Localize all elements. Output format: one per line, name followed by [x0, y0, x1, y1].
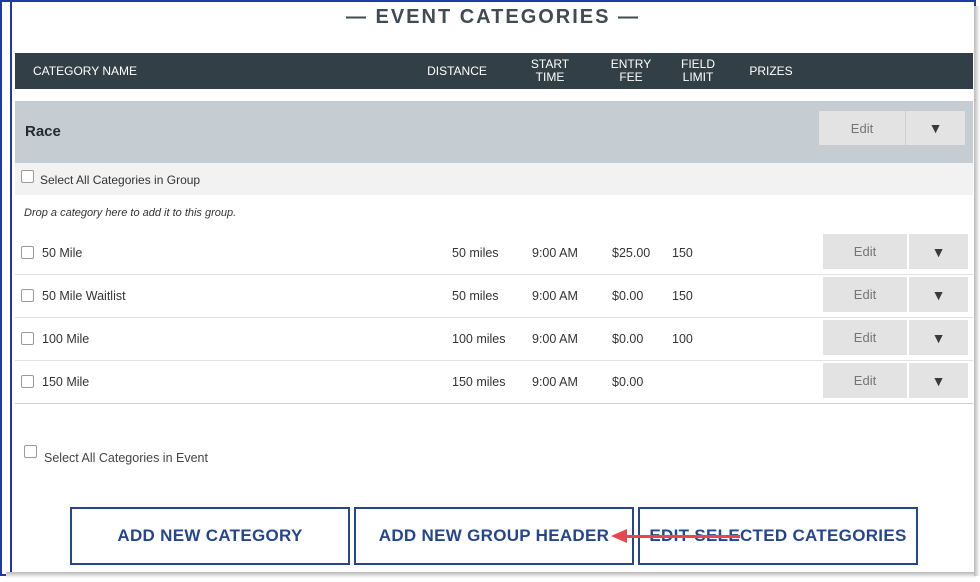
category-start-time: 9:00 AM	[532, 288, 578, 303]
row-dropdown-button[interactable]: ▼	[909, 234, 968, 269]
row-dropdown-button[interactable]: ▼	[909, 320, 968, 355]
table-row[interactable]: 150 Mile 150 miles 9:00 AM $0.00 Edit ▼	[15, 360, 973, 404]
category-name: 150 Mile	[42, 374, 90, 389]
select-all-event-checkbox[interactable]	[24, 445, 37, 458]
group-header-race[interactable]: Race Edit ▼	[15, 101, 973, 163]
add-new-category-button[interactable]: ADD NEW CATEGORY	[70, 507, 350, 565]
row-checkbox[interactable]	[21, 375, 34, 388]
col-header-start-time: START TIME	[530, 57, 570, 84]
col-header-name: CATEGORY NAME	[33, 63, 138, 78]
category-start-time: 9:00 AM	[532, 245, 578, 260]
col-header-field-limit: FIELD LIMIT	[680, 57, 715, 84]
category-distance: 150 miles	[452, 374, 506, 389]
category-name: 100 Mile	[42, 331, 90, 346]
category-entry-fee: $25.00	[612, 245, 651, 260]
annotation-arrow-shaft	[626, 535, 740, 538]
category-start-time: 9:00 AM	[532, 331, 578, 346]
row-checkbox[interactable]	[21, 332, 34, 345]
category-distance: 50 miles	[452, 288, 499, 303]
col-header-distance: DISTANCE	[427, 63, 487, 78]
row-edit-button[interactable]: Edit	[823, 363, 907, 398]
drop-hint: Drop a category here to add it to this g…	[24, 207, 237, 219]
select-all-group-label: Select All Categories in Group	[40, 173, 201, 187]
select-all-event-label: Select All Categories in Event	[44, 451, 208, 465]
category-field-limit: 150	[672, 288, 693, 303]
group-edit-button[interactable]: Edit	[819, 111, 905, 145]
select-all-group-row: Select All Categories in Group	[15, 163, 973, 195]
category-distance: 50 miles	[452, 245, 499, 260]
table-row[interactable]: 50 Mile 50 miles 9:00 AM $25.00 150 Edit…	[15, 231, 973, 275]
add-new-group-header-button[interactable]: ADD NEW GROUP HEADER	[354, 507, 634, 565]
row-checkbox[interactable]	[21, 246, 34, 259]
left-rail	[2, 2, 12, 572]
category-name: 50 Mile Waitlist	[42, 288, 126, 303]
group-name: Race	[25, 123, 61, 140]
col-header-prizes: PRIZES	[749, 63, 793, 78]
table-row[interactable]: 50 Mile Waitlist 50 miles 9:00 AM $0.00 …	[15, 274, 973, 318]
row-edit-button[interactable]: Edit	[823, 277, 907, 312]
group-dropdown-button[interactable]: ▼	[906, 111, 965, 145]
category-name: 50 Mile	[42, 245, 83, 260]
row-edit-button[interactable]: Edit	[823, 234, 907, 269]
col-header-entry-fee: ENTRY FEE	[610, 57, 652, 84]
row-checkbox[interactable]	[21, 289, 34, 302]
category-start-time: 9:00 AM	[532, 374, 578, 389]
category-distance: 100 miles	[452, 331, 506, 346]
row-edit-button[interactable]: Edit	[823, 320, 907, 355]
category-entry-fee: $0.00	[612, 331, 644, 346]
window-shadow-right	[974, 6, 980, 576]
category-entry-fee: $0.00	[612, 374, 644, 389]
category-field-limit: 150	[672, 245, 693, 260]
table-row[interactable]: 100 Mile 100 miles 9:00 AM $0.00 100 Edi…	[15, 317, 973, 361]
table-header: CATEGORY NAME DISTANCE START TIME ENTRY …	[15, 53, 973, 89]
select-all-group-checkbox[interactable]	[21, 170, 34, 183]
row-dropdown-button[interactable]: ▼	[909, 363, 968, 398]
window-shadow-bottom	[6, 572, 976, 578]
page-title: — EVENT CATEGORIES —	[345, 6, 641, 28]
category-entry-fee: $0.00	[612, 288, 644, 303]
annotation-arrow-head-icon	[611, 529, 627, 543]
category-field-limit: 100	[672, 331, 693, 346]
row-dropdown-button[interactable]: ▼	[909, 277, 968, 312]
